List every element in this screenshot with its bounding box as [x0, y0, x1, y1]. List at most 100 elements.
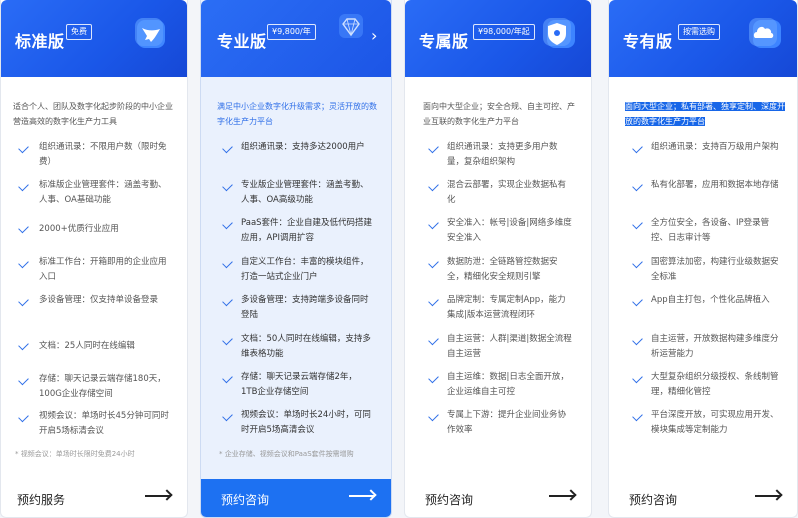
- feature-text: 视频会议：单场时长24小时，可同时开启5场高清会议: [241, 410, 371, 435]
- feature-text: 安全准入：帐号|设备|网络多维度安全准入: [447, 218, 572, 243]
- plan-title: 专属版: [419, 32, 469, 51]
- arrow-right-icon: [549, 495, 575, 497]
- cta-label: 预约咨询: [221, 493, 270, 507]
- check-icon: [632, 295, 643, 307]
- plan-card-dedicated: 专属版 ¥98,000/年起 面向中大型企业；安全合规、自主可控、产业互联的数字…: [404, 0, 592, 518]
- check-icon: [428, 410, 439, 422]
- check-icon: [222, 295, 233, 307]
- price-badge: 按需选购: [678, 24, 720, 40]
- check-icon: [18, 411, 29, 423]
- check-icon: [18, 339, 29, 351]
- check-icon: [18, 257, 29, 269]
- check-icon: [222, 410, 233, 422]
- plan-card-standard: 标准版 免费 适合个人、团队及数字化起步阶段的中小企业营造高效的数字化生产力工具…: [0, 0, 188, 518]
- cta-button[interactable]: 预约咨询: [405, 479, 591, 517]
- feature-text: PaaS套件：企业自建及低代码搭建应用，API调用扩容: [241, 218, 373, 243]
- check-icon: [428, 180, 439, 192]
- check-icon: [18, 180, 29, 192]
- check-icon: [632, 410, 643, 422]
- plan-header: 专有版 按需选购: [609, 0, 797, 77]
- check-icon: [222, 372, 233, 384]
- feature-text: 混合云部署，实现企业数据私有化: [447, 180, 567, 205]
- feature-text: 国密算法加密，构建行业级数据安全标准: [651, 257, 779, 282]
- cta-label: 预约咨询: [629, 493, 678, 507]
- check-icon: [18, 295, 29, 307]
- check-icon: [632, 334, 643, 346]
- shield-icon: [543, 18, 575, 48]
- check-icon: [632, 142, 643, 154]
- cta-label: 预约服务: [17, 493, 66, 507]
- check-icon: [18, 142, 29, 154]
- plan-card-professional: 专业版 ¥9,800/年 › 满足中小企业数字化升级需求；灵活开放的数字化生产力…: [200, 0, 392, 518]
- feature-text: 平台深度开放，可实现应用开发、模块集成等定制能力: [651, 410, 779, 435]
- check-icon: [222, 257, 233, 269]
- check-icon: [428, 257, 439, 269]
- plan-header: 专属版 ¥98,000/年起: [405, 0, 591, 77]
- chevron-right-icon: ›: [371, 26, 378, 45]
- feature-text: 专属上下游：提升企业间业务协作效率: [447, 410, 567, 435]
- check-icon: [428, 142, 439, 154]
- check-icon: [222, 142, 233, 154]
- arrow-right-icon: [755, 495, 781, 497]
- price-badge: ¥9,800/年: [267, 24, 316, 40]
- feature-text: 私有化部署，应用和数据本地存储: [651, 180, 779, 190]
- feature-text: 2000+优质行业应用: [39, 224, 119, 234]
- check-icon: [632, 372, 643, 384]
- plan-title: 专业版: [217, 32, 267, 51]
- feature-text: 大型复杂组织分级授权、条线制管理，精细化管控: [651, 372, 779, 397]
- check-icon: [222, 334, 233, 346]
- plan-title: 标准版: [15, 32, 65, 51]
- cta-button[interactable]: 预约服务: [1, 479, 187, 517]
- feature-text: 全方位安全，各设备、IP登录管控、日志审计等: [651, 218, 770, 243]
- feature-text: 标准工作台：开箱即用的企业应用入口: [39, 257, 167, 282]
- feature-text: 组织通讯录：支持多达2000用户: [241, 142, 365, 152]
- feature-text: App自主打包，个性化品牌植入: [651, 295, 770, 305]
- feature-text: 标准版企业管理套件：涵盖考勤、人事、OA基础功能: [39, 180, 167, 205]
- plan-description: 面向中大型企业；安全合规、自主可控、产业互联的数字化生产力平台: [423, 102, 575, 126]
- feature-text: 品牌定制：专属定制App，能力集成|版本运营流程闭环: [447, 295, 566, 320]
- arrow-right-icon: [145, 495, 171, 497]
- plan-header: 标准版 免费: [1, 0, 187, 77]
- check-icon: [18, 374, 29, 386]
- check-icon: [632, 218, 643, 230]
- feature-text: 组织通讯录：不限用户数（限时免费）: [39, 142, 167, 167]
- feature-text: 自主运营，开放数据构建多维度分析运营能力: [651, 334, 779, 359]
- cloud-icon: [749, 18, 781, 48]
- plan-description: 面向大型企业；私有部署、独享定制、深度开放的数字化生产力平台: [625, 99, 787, 129]
- feature-text: 组织通讯录：支持更多用户数量，复杂组织架构: [447, 142, 558, 167]
- check-icon: [428, 295, 439, 307]
- feature-text: 数据防泄：全链路管控数据安全，精细化安全规则引擎: [447, 257, 558, 282]
- check-icon: [18, 222, 29, 234]
- feature-text: 文档：25人同时在线编辑: [39, 341, 135, 351]
- check-icon: [222, 180, 233, 192]
- check-icon: [428, 372, 439, 384]
- feature-text: 自定义工作台：丰富的模块组件，打造一站式企业门户: [241, 257, 369, 282]
- feature-text: 组织通讯录：支持百万级用户架构: [651, 142, 779, 152]
- plan-card-private: 专有版 按需选购 面向大型企业；私有部署、独享定制、深度开放的数字化生产力平台 …: [608, 0, 798, 518]
- plan-description: 适合个人、团队及数字化起步阶段的中小企业营造高效的数字化生产力工具: [13, 102, 173, 126]
- cta-button[interactable]: 预约咨询: [609, 479, 797, 517]
- cta-label: 预约咨询: [425, 493, 474, 507]
- plan-note: * 视频会议：单场时长限时免费24小时: [15, 450, 135, 458]
- price-badge: ¥98,000/年起: [473, 24, 535, 40]
- feature-text: 自主运维：数据|日志全面开放，企业运维自主可控: [447, 372, 569, 397]
- check-icon: [428, 334, 439, 346]
- feature-text: 存储：聊天记录云端存储180天，100G企业存储空间: [39, 374, 166, 399]
- check-icon: [428, 218, 439, 230]
- cta-button[interactable]: 预约咨询: [201, 479, 391, 517]
- check-icon: [632, 257, 643, 269]
- diamond-icon: [339, 14, 363, 38]
- plan-note: * 企业存储、视频会议和PaaS套件按需增购: [219, 450, 354, 458]
- price-badge: 免费: [66, 24, 92, 40]
- arrow-right-icon: [349, 495, 375, 497]
- plan-description: 满足中小企业数字化升级需求；灵活开放的数字化生产力平台: [217, 102, 377, 126]
- plan-header[interactable]: 专业版 ¥9,800/年 ›: [201, 0, 391, 77]
- bird-icon: [135, 18, 165, 48]
- feature-text: 多设备管理：仅支持单设备登录: [39, 295, 159, 305]
- check-icon: [222, 218, 233, 230]
- feature-text: 存储：聊天记录云端存储2年，1TB企业存储空间: [241, 372, 357, 397]
- check-icon: [632, 180, 643, 192]
- plan-description-text: 面向大型企业；私有部署、独享定制、深度开放的数字化生产力平台: [625, 102, 785, 126]
- feature-text: 文档：50人同时在线编辑，支持多维表格功能: [241, 334, 371, 359]
- plan-title: 专有版: [623, 32, 673, 51]
